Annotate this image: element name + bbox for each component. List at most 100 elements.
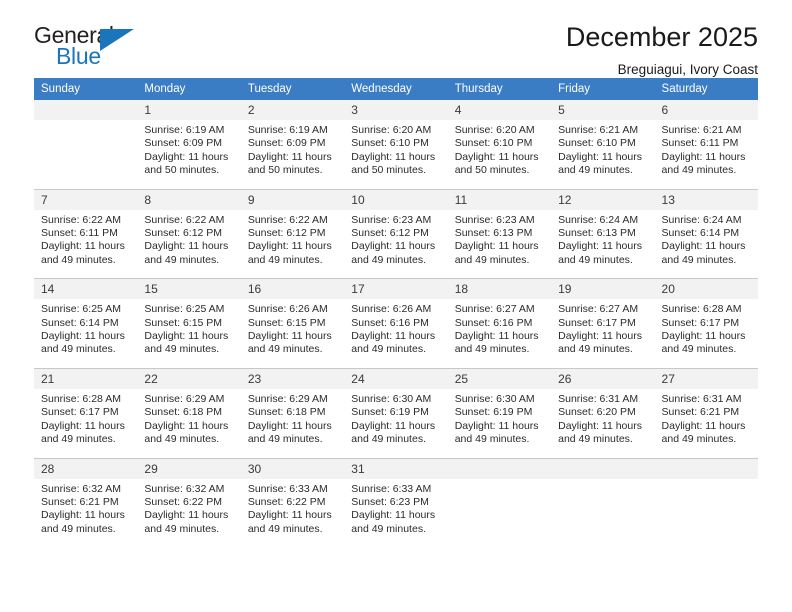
daylight-text-line2: and 49 minutes. [247,343,323,356]
day-cell: Sunrise: 6:22 AM Sunset: 6:12 PM Dayligh… [240,209,345,278]
day-cell: Sunrise: 6:29 AM Sunset: 6:18 PM Dayligh… [240,388,345,457]
day-cell [654,478,758,547]
week-3-details: Sunrise: 6:25 AM Sunset: 6:14 PM Dayligh… [34,299,758,367]
sunset-text: Sunset: 6:18 PM [144,406,223,419]
week-1-daynumbers: 1 2 3 4 5 6 [34,100,758,120]
daylight-text-line2: and 49 minutes. [661,164,737,177]
day-cell: Sunrise: 6:33 AM Sunset: 6:22 PM Dayligh… [240,478,345,547]
daylight-text-line2: and 49 minutes. [351,253,426,266]
day-number[interactable]: 3 [344,100,448,120]
day-number[interactable]: 12 [551,189,655,210]
week-5-details: Sunrise: 6:32 AM Sunset: 6:21 PM Dayligh… [34,478,758,547]
day-cell: Sunrise: 6:21 AM Sunset: 6:10 PM Dayligh… [551,120,655,188]
day-number[interactable]: 14 [34,278,138,300]
day-number[interactable]: 10 [344,189,448,210]
sunset-text: Sunset: 6:22 PM [144,495,223,508]
daylight-text-line2: and 50 minutes. [454,164,530,177]
daylight-text-line2: and 50 minutes. [144,164,220,177]
daylight-text-line2: and 49 minutes. [41,433,116,446]
daylight-text-line1: Daylight: 11 hours [351,150,436,163]
day-number[interactable]: 25 [447,368,552,389]
day-cell: Sunrise: 6:20 AM Sunset: 6:10 PM Dayligh… [447,120,552,188]
day-cell: Sunrise: 6:31 AM Sunset: 6:21 PM Dayligh… [654,388,758,457]
daylight-text-line2: and 49 minutes. [144,253,220,266]
day-number[interactable]: 15 [137,278,241,300]
day-number[interactable]: 17 [344,278,448,300]
day-number[interactable]: 23 [240,368,345,389]
daylight-text-line2: and 49 minutes. [351,522,426,535]
daylight-text-line2: and 49 minutes. [661,343,737,356]
sunrise-text: Sunrise: 6:29 AM [144,392,225,405]
day-cell: Sunrise: 6:25 AM Sunset: 6:14 PM Dayligh… [34,299,138,367]
day-number[interactable]: 18 [447,278,552,300]
sunrise-text: Sunrise: 6:32 AM [41,482,121,495]
daylight-text-line1: Daylight: 11 hours [247,150,332,163]
sunrise-text: Sunrise: 6:26 AM [351,303,432,316]
day-cell: Sunrise: 6:28 AM Sunset: 6:17 PM Dayligh… [34,388,138,457]
day-number[interactable]: 28 [34,458,138,479]
sunrise-text: Sunrise: 6:24 AM [661,213,742,226]
day-number[interactable]: 30 [240,458,345,479]
sunset-text: Sunset: 6:23 PM [351,495,429,508]
daylight-text-line2: and 49 minutes. [41,253,116,266]
day-number[interactable]: 11 [447,189,552,210]
daylight-text-line2: and 49 minutes. [558,433,633,446]
day-number[interactable]: 8 [137,189,241,210]
weekday-header-wednesday: Wednesday [344,78,448,100]
day-number[interactable]: 26 [551,368,655,389]
day-number[interactable] [34,100,138,120]
daylight-text-line1: Daylight: 11 hours [558,419,642,432]
general-blue-logo[interactable]: General Blue [34,22,142,70]
sunset-text: Sunset: 6:09 PM [144,137,223,150]
daylight-text-line1: Daylight: 11 hours [661,419,746,432]
logo-triangle-icon [100,29,134,51]
sunset-text: Sunset: 6:17 PM [661,316,740,329]
daylight-text-line1: Daylight: 11 hours [144,419,229,432]
day-cell: Sunrise: 6:30 AM Sunset: 6:19 PM Dayligh… [447,388,552,457]
week-4-daynumbers: 21 22 23 24 25 26 27 [34,368,758,389]
sunrise-text: Sunrise: 6:33 AM [247,482,328,495]
sunset-text: Sunset: 6:11 PM [41,227,118,240]
sunrise-text: Sunrise: 6:20 AM [351,124,432,136]
day-number[interactable]: 13 [654,189,758,210]
daylight-text-line1: Daylight: 11 hours [41,240,125,253]
day-cell [551,478,655,547]
day-cell: Sunrise: 6:19 AM Sunset: 6:09 PM Dayligh… [137,120,241,188]
day-number[interactable]: 27 [654,368,758,389]
day-cell: Sunrise: 6:22 AM Sunset: 6:11 PM Dayligh… [34,209,138,278]
day-number[interactable]: 20 [654,278,758,300]
day-cell: Sunrise: 6:22 AM Sunset: 6:12 PM Dayligh… [137,209,241,278]
sunrise-text: Sunrise: 6:28 AM [661,303,742,316]
day-number[interactable]: 5 [551,100,655,120]
sunset-text: Sunset: 6:17 PM [41,406,119,419]
daylight-text-line1: Daylight: 11 hours [454,419,539,432]
sunset-text: Sunset: 6:12 PM [351,227,429,240]
day-number[interactable]: 22 [137,368,241,389]
day-number[interactable]: 6 [654,100,758,120]
day-number[interactable]: 31 [344,458,448,479]
weekday-header-monday: Monday [137,78,241,100]
daylight-text-line2: and 49 minutes. [558,253,633,266]
day-number[interactable]: 16 [240,278,345,300]
day-number[interactable] [551,458,655,479]
daylight-text-line2: and 49 minutes. [661,253,737,266]
daylight-text-line2: and 49 minutes. [454,343,530,356]
logo-text-blue: Blue [56,43,101,69]
day-number[interactable]: 1 [137,100,241,120]
day-number[interactable]: 7 [34,189,138,210]
day-number[interactable]: 24 [344,368,448,389]
day-number[interactable] [654,458,758,479]
day-number[interactable] [447,458,552,479]
day-number[interactable]: 29 [137,458,241,479]
day-number[interactable]: 9 [240,189,345,210]
daylight-text-line1: Daylight: 11 hours [454,240,539,253]
day-number[interactable]: 2 [240,100,345,120]
day-number[interactable]: 4 [447,100,552,120]
sunrise-text: Sunrise: 6:21 AM [558,124,639,136]
day-cell: Sunrise: 6:24 AM Sunset: 6:14 PM Dayligh… [654,209,758,278]
daylight-text-line2: and 49 minutes. [247,522,323,535]
day-number[interactable]: 19 [551,278,655,300]
sunrise-text: Sunrise: 6:26 AM [247,303,328,316]
day-number[interactable]: 21 [34,368,138,389]
sunrise-text: Sunrise: 6:31 AM [558,392,639,405]
